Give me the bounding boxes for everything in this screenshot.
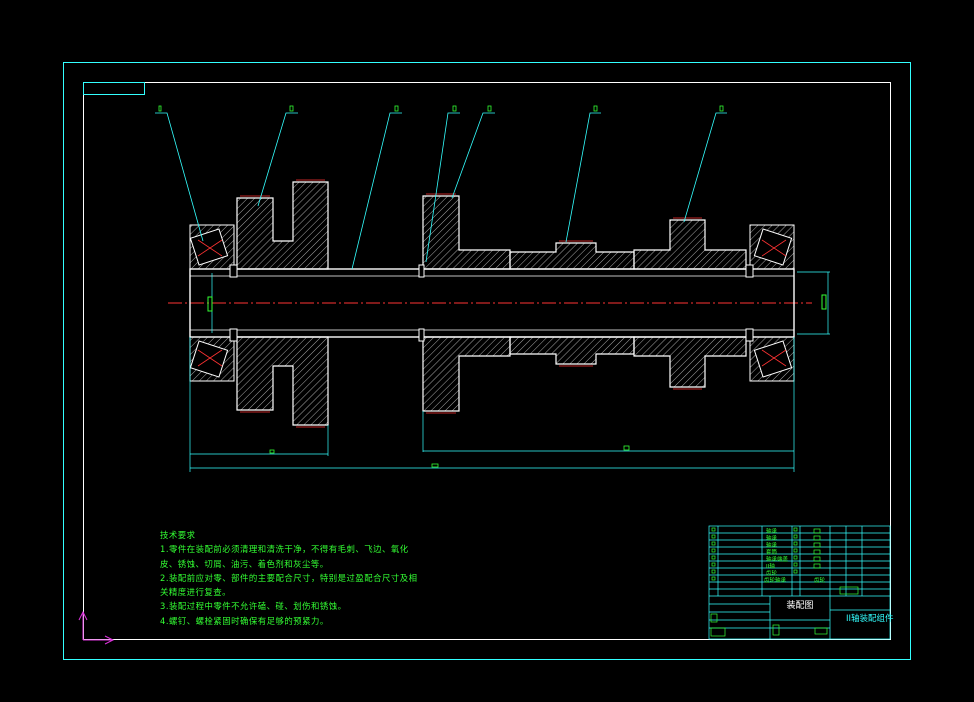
- sleeve-top[interactable]: [509, 240, 635, 270]
- middle-gear-bottom[interactable]: [422, 336, 511, 414]
- right-bearing-top[interactable]: [749, 224, 795, 270]
- tech-req-line-5: 3.装配过程中零件不允许磕、碰、划伤和锈蚀。: [160, 601, 347, 612]
- tech-req-line-2: 皮、锈蚀、切屑、油污、着色剂和灰尘等。: [160, 558, 329, 569]
- tech-req-line-6: 4.螺钉、螺栓紧固时确保有足够的预紧力。: [160, 615, 329, 626]
- cad-drawing-canvas[interactable]: [0, 0, 974, 702]
- sleeve-bottom[interactable]: [509, 336, 635, 367]
- right-bearing-bottom[interactable]: [749, 336, 795, 382]
- bom-row-8: 齿轮轴承: [764, 578, 787, 584]
- dimension-values: [269, 445, 630, 468]
- tech-req-line-3: 2.装配前应对零、部件的主要配合尺寸，特别是过盈配合尺寸及相: [160, 572, 418, 583]
- tech-req-heading: 技术要求: [160, 530, 196, 540]
- tech-req-line-4: 关精度进行复查。: [160, 587, 231, 598]
- right-gear-top[interactable]: [633, 217, 747, 270]
- left-double-gear-bottom[interactable]: [236, 336, 329, 428]
- part-balloons: [158, 105, 724, 112]
- left-bearing-top[interactable]: [189, 224, 235, 270]
- right-gear-bottom[interactable]: [633, 336, 747, 390]
- drawing-part-name: II轴装配组件: [846, 614, 894, 624]
- drawing-title: 装配图: [786, 601, 814, 611]
- left-bearing-bottom[interactable]: [189, 336, 235, 382]
- corner-label-box: [83, 82, 145, 95]
- technical-requirements: 技术要求 1.零件在装配前必须清理和清洗干净，不得有毛刺、飞边、氧化 皮、锈蚀、…: [160, 528, 418, 628]
- middle-gear-top[interactable]: [422, 193, 511, 270]
- bom-row-8-material: 齿轮: [814, 578, 826, 584]
- tech-req-line-1: 1.零件在装配前必须清理和清洗干净，不得有毛刺、飞边、氧化: [160, 544, 409, 555]
- left-double-gear-top[interactable]: [236, 179, 329, 270]
